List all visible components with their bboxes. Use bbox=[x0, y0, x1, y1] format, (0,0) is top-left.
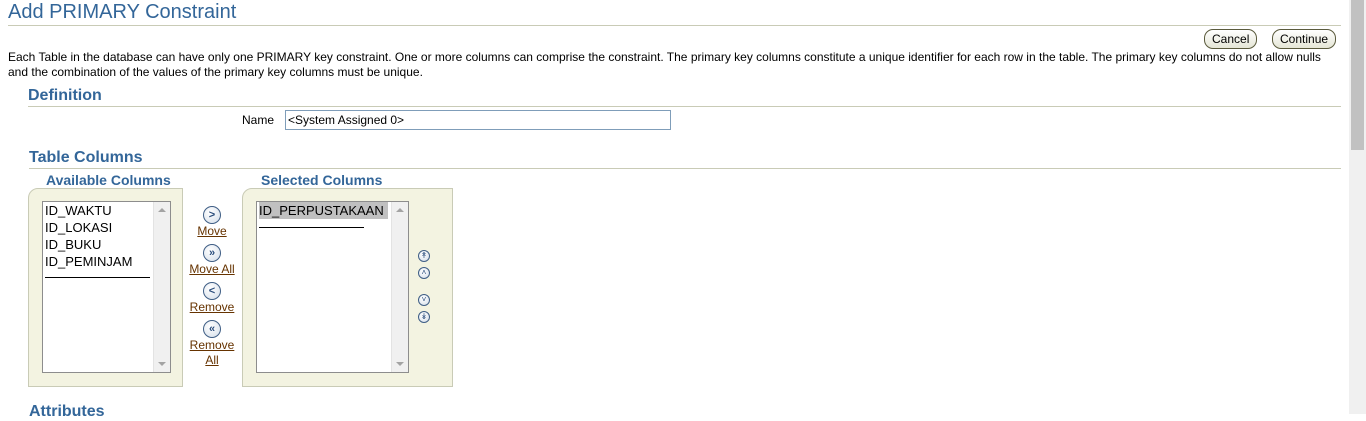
move-right-icon[interactable]: > bbox=[203, 206, 221, 224]
table-columns-section-title: Table Columns bbox=[29, 149, 143, 166]
page-description: Each Table in the database can have only… bbox=[8, 50, 1321, 79]
list-item[interactable]: ID_WAKTU bbox=[45, 202, 170, 219]
move-all-right-icon[interactable]: » bbox=[203, 244, 221, 262]
title-divider bbox=[8, 25, 1341, 26]
name-field[interactable] bbox=[285, 110, 671, 130]
remove-all-left-icon[interactable]: « bbox=[203, 320, 221, 338]
available-columns-list[interactable]: ID_WAKTU ID_LOKASI ID_BUKU ID_PEMINJAM bbox=[42, 201, 171, 373]
name-label: Name bbox=[241, 113, 274, 127]
move-link[interactable]: Move bbox=[186, 224, 238, 239]
list-scrollbar[interactable] bbox=[391, 202, 408, 372]
selected-columns-list[interactable]: ID_PERPUSTAKAAN bbox=[256, 201, 409, 373]
list-separator bbox=[259, 227, 364, 228]
available-columns-header: Available Columns bbox=[46, 172, 171, 188]
scroll-down-icon[interactable] bbox=[396, 362, 404, 366]
page-title: Add PRIMARY Constraint bbox=[8, 1, 237, 23]
remove-left-icon[interactable]: < bbox=[203, 282, 221, 300]
selected-columns-header: Selected Columns bbox=[261, 172, 383, 188]
move-all-link[interactable]: Move All bbox=[186, 262, 238, 277]
scroll-up-icon[interactable] bbox=[396, 208, 404, 212]
cancel-button[interactable]: Cancel bbox=[1204, 29, 1258, 49]
selected-columns-panel: ID_PERPUSTAKAAN ↟ ˄ ˅ ↡ bbox=[242, 188, 453, 387]
continue-button[interactable]: Continue bbox=[1272, 29, 1337, 49]
table-columns-divider bbox=[29, 168, 1341, 169]
available-columns-panel: ID_WAKTU ID_LOKASI ID_BUKU ID_PEMINJAM bbox=[28, 188, 183, 387]
scroll-down-icon[interactable] bbox=[158, 362, 166, 366]
list-item[interactable]: ID_LOKASI bbox=[45, 219, 170, 236]
list-scrollbar[interactable] bbox=[153, 202, 170, 372]
scroll-up-icon[interactable] bbox=[158, 208, 166, 212]
definition-divider bbox=[28, 106, 1341, 107]
remove-all-label-line2[interactable]: All bbox=[205, 353, 218, 367]
attributes-section-title: Attributes bbox=[29, 403, 105, 420]
remove-all-label-line1[interactable]: Remove bbox=[190, 338, 235, 352]
remove-link[interactable]: Remove bbox=[186, 300, 238, 315]
definition-section-title: Definition bbox=[28, 87, 102, 104]
list-separator bbox=[45, 277, 150, 278]
list-item[interactable]: ID_BUKU bbox=[45, 236, 170, 253]
move-bottom-icon[interactable]: ↡ bbox=[418, 311, 430, 323]
remove-all-link[interactable]: Remove All bbox=[186, 338, 238, 368]
list-item[interactable]: ID_PERPUSTAKAAN bbox=[259, 202, 388, 219]
page-scrollbar[interactable] bbox=[1349, 0, 1366, 414]
page-scrollbar-thumb[interactable] bbox=[1351, 0, 1364, 150]
list-item[interactable]: ID_PEMINJAM bbox=[45, 253, 170, 270]
move-down-icon[interactable]: ˅ bbox=[418, 294, 430, 306]
move-up-icon[interactable]: ˄ bbox=[418, 267, 430, 279]
move-top-icon[interactable]: ↟ bbox=[418, 250, 430, 262]
